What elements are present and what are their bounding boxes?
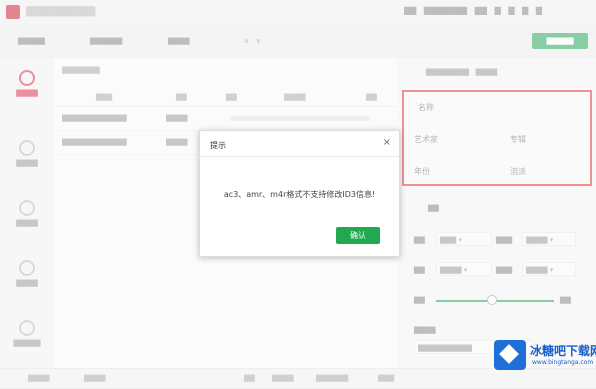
close-icon[interactable]: ×	[383, 137, 391, 148]
watermark-brand: 冰糖吧下载网	[530, 344, 596, 358]
dialog-message: ac3、amr、m4r格式不支持修改ID3信息!	[223, 190, 376, 199]
dialog-divider	[200, 156, 399, 157]
confirm-button[interactable]: 确认	[336, 227, 380, 244]
dialog-title: 提示	[210, 141, 226, 150]
watermark-icon	[494, 340, 526, 370]
watermark-logo: 冰糖吧下载网 www.bingtanga.com	[494, 340, 596, 374]
alert-dialog: 提示 × ac3、amr、m4r格式不支持修改ID3信息! 确认	[199, 130, 400, 257]
watermark-url: www.bingtanga.com	[532, 359, 594, 366]
